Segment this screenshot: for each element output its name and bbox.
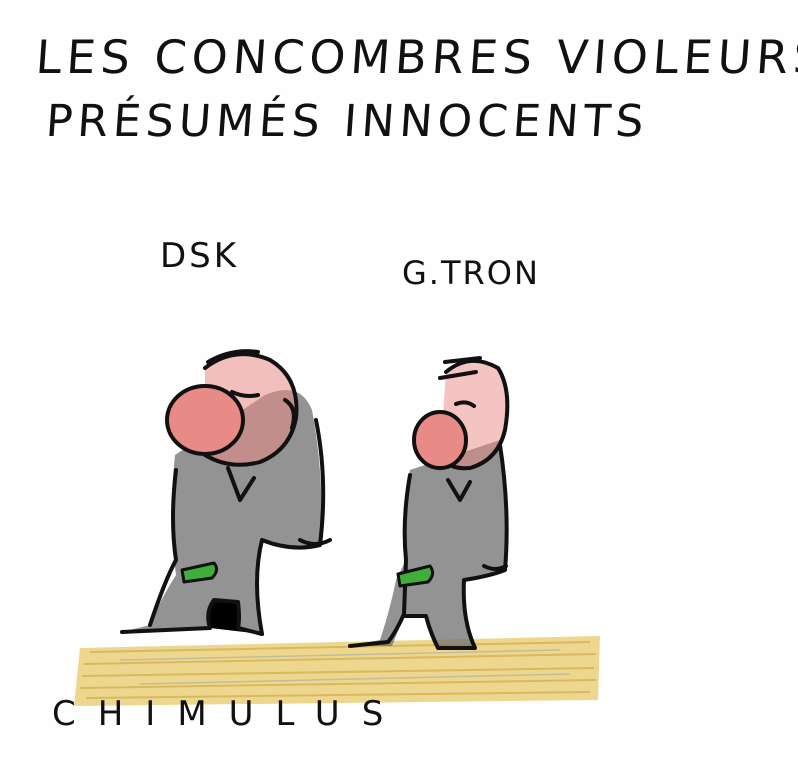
- figure-dsk: [120, 349, 332, 636]
- figure-tron: [348, 356, 510, 650]
- artist-signature: CHIMULUS: [52, 694, 406, 734]
- cartoon-canvas: Les concombres violeurs présumés innocen…: [0, 0, 798, 771]
- cartoon-drawing: [74, 349, 600, 706]
